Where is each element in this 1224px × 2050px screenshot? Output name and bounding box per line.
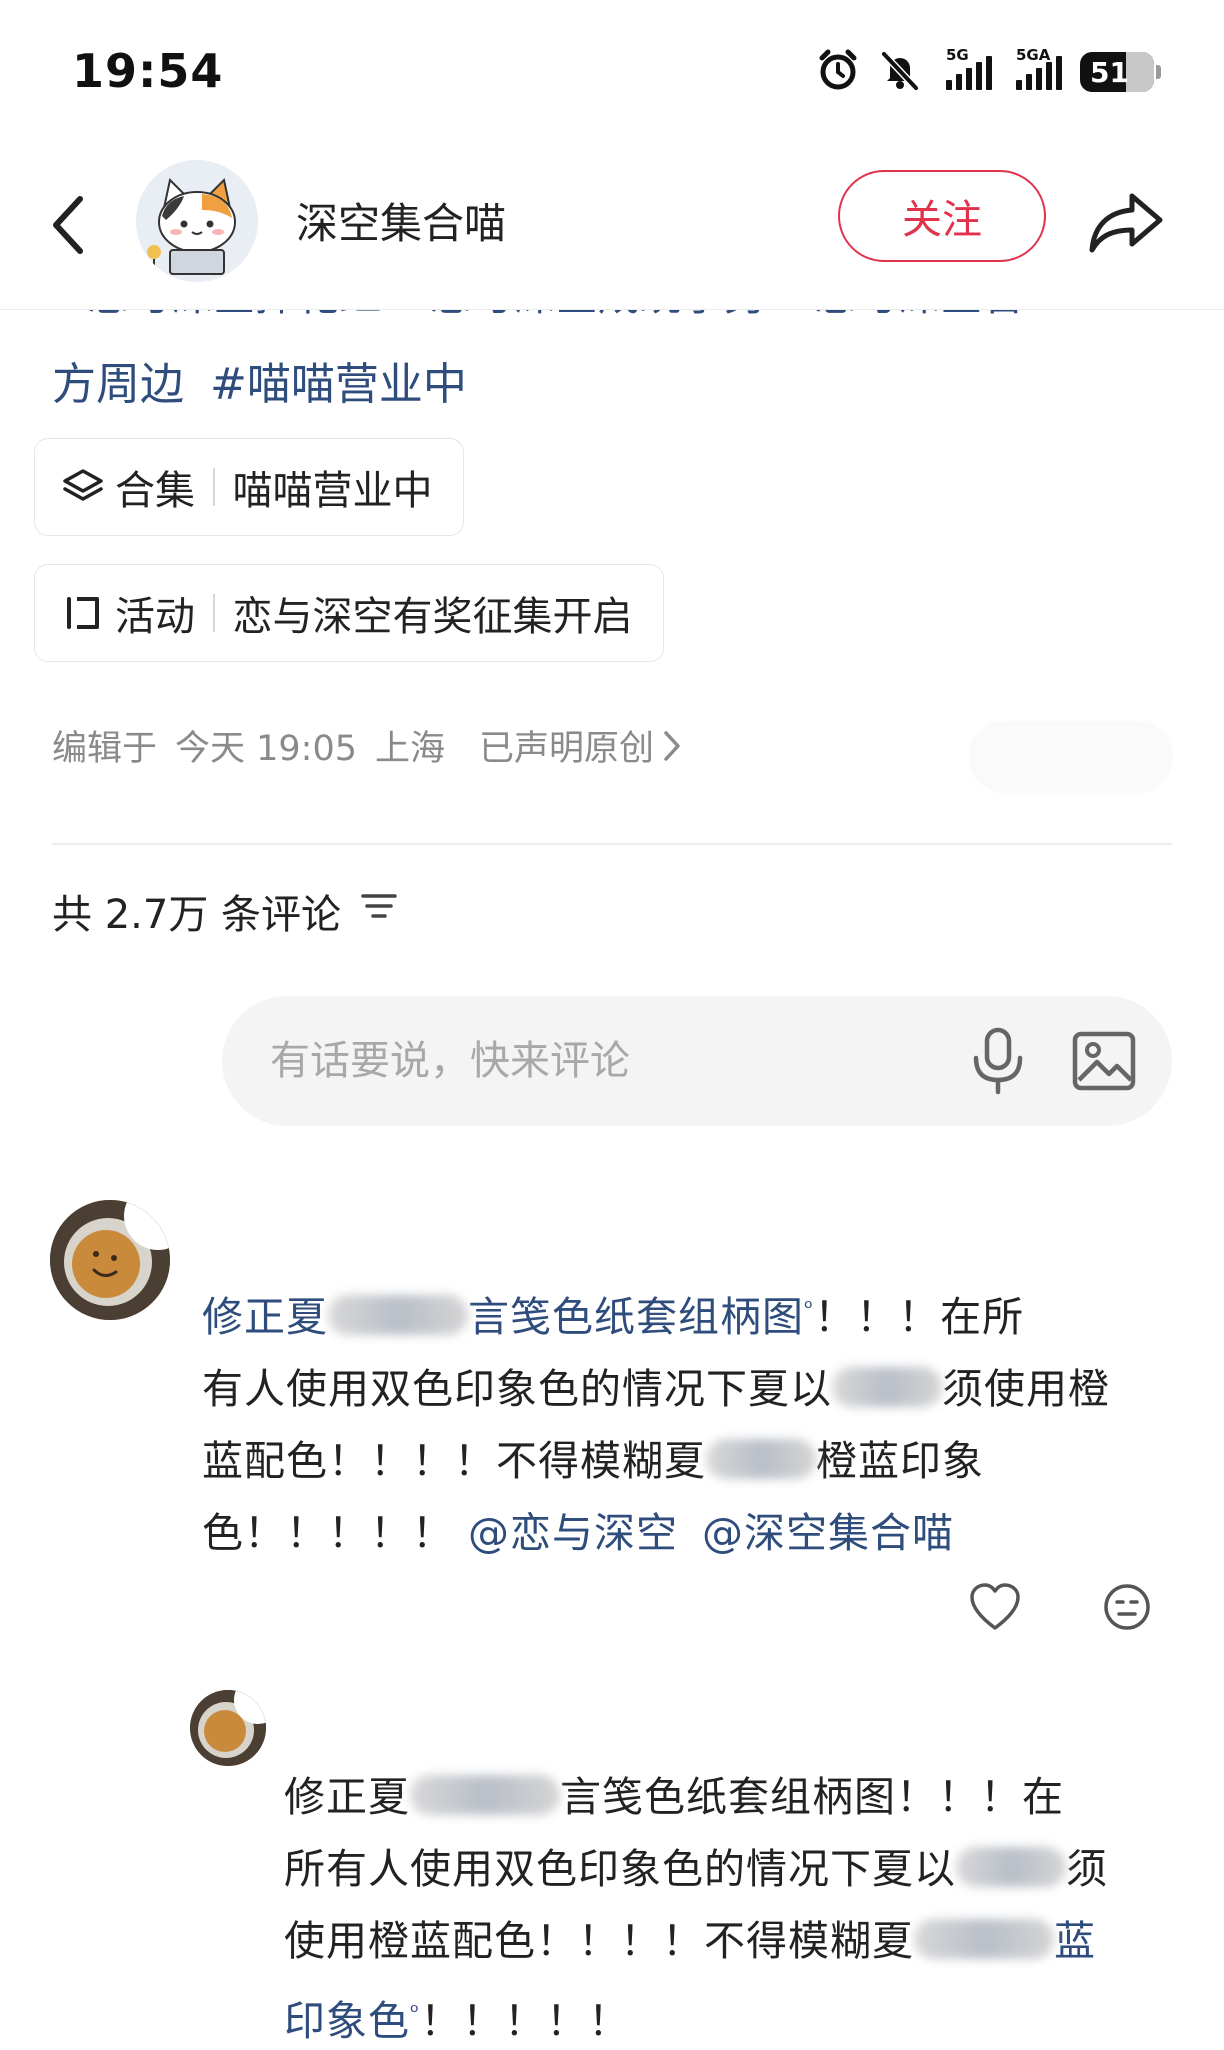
back-button[interactable]: [40, 180, 96, 270]
chip-value: 喵喵营业中: [232, 468, 433, 514]
cat-avatar-icon: [136, 160, 258, 282]
comment-line: 所有人使用双色印象色的情况下夏以 须: [284, 1833, 1184, 1905]
battery-level: 51: [1090, 55, 1129, 89]
microphone-button[interactable]: [958, 1021, 1038, 1101]
blurred-text: [832, 1367, 942, 1407]
comment-count: 共 2.7万 条评论: [52, 892, 342, 938]
status-time: 19:54: [72, 44, 224, 98]
comment-input-bar[interactable]: [222, 996, 1172, 1126]
battery-icon: 51: [1080, 52, 1161, 92]
comment-segment: 须使用橙: [942, 1365, 1110, 1413]
chip-divider: [213, 468, 215, 506]
comment-line: 色！！！！！ @恋与深空 @深空集合喵: [202, 1497, 1186, 1569]
comment-segment: 所有人使用双色印象色的情况下夏以: [284, 1845, 956, 1893]
reply-avatar[interactable]: [190, 1690, 266, 1766]
hashtag[interactable]: #喵喵营业中: [210, 359, 467, 410]
follow-button[interactable]: 关注: [838, 170, 1046, 262]
activity-icon: [61, 591, 105, 635]
microphone-icon: [973, 1027, 1023, 1095]
blurred-text: [410, 1775, 560, 1815]
comment-segment: 色！！！！！: [202, 1509, 454, 1557]
network-label-1: 5G: [946, 46, 969, 64]
comment-segment: 须: [1066, 1845, 1108, 1893]
blurred-text: [706, 1439, 816, 1479]
collection-chip[interactable]: 合集 喵喵营业中: [34, 438, 464, 536]
comment-segment: 蓝配色！！！！不得模糊夏: [202, 1437, 706, 1485]
blurred-text: [956, 1847, 1066, 1887]
layers-icon: [61, 465, 105, 509]
divider: [52, 843, 1172, 845]
share-button[interactable]: [1084, 180, 1168, 264]
alarm-icon: [816, 48, 860, 96]
status-icons: 5G 5GA 51: [816, 46, 1161, 96]
tags-line: 方周边 #喵喵营业中: [52, 348, 467, 412]
comment-input[interactable]: [270, 996, 930, 1126]
user-avatar-icon: [190, 1690, 266, 1766]
chevron-left-icon: [53, 196, 83, 254]
chip-value: 恋与深空有奖征集开启: [232, 594, 633, 640]
comment-line: 修正夏 言笺色纸套组柄图！！！在: [284, 1761, 1184, 1833]
comment-segment: 有人使用双色印象色的情况下夏以: [202, 1365, 832, 1413]
blurred-button[interactable]: [970, 722, 1172, 792]
share-icon: [1089, 193, 1163, 253]
commenter-avatar[interactable]: [50, 1200, 170, 1320]
comment-product-link[interactable]: 印象色: [284, 1997, 410, 2045]
chip-type: 合集: [115, 468, 195, 514]
mute-icon: [878, 48, 922, 96]
status-bar: 19:54 5G 5GA 51: [0, 0, 1224, 140]
comment-text: 修正夏 言笺色纸套组柄图ᵒ！！！在所 有人使用双色印象色的情况下夏以 须使用橙 蓝配…: [202, 1273, 1186, 1569]
signal-icon-5ga: 5GA: [1010, 46, 1062, 90]
network-label-2: 5GA: [1016, 46, 1051, 64]
comment-actions: [968, 1582, 1152, 1636]
reaction-button[interactable]: [1102, 1582, 1152, 1636]
emoji-icon: [1104, 1584, 1150, 1630]
hashtag[interactable]: 方周边: [52, 359, 184, 410]
sort-icon[interactable]: [359, 888, 399, 934]
comment-segment: 使用橙蓝配色！！！！不得模糊夏: [284, 1917, 914, 1965]
mention-link[interactable]: @恋与深空: [468, 1509, 678, 1557]
search-icon[interactable]: ᵒ: [410, 2000, 420, 2025]
comment-line: 修正夏 言笺色纸套组柄图ᵒ！！！在所: [202, 1273, 1186, 1353]
chip-divider: [213, 594, 215, 632]
heart-icon: [970, 1583, 1020, 1630]
comment-line: 使用橙蓝配色！！！！不得模糊夏 蓝: [284, 1905, 1184, 1977]
image-button[interactable]: [1064, 1021, 1144, 1101]
comment-line: 有人使用双色印象色的情况下夏以 须使用橙: [202, 1353, 1186, 1425]
comment-product-link[interactable]: 修正夏: [202, 1293, 328, 1341]
comment-line: 印象色ᵒ！！！！！: [284, 1977, 1184, 2050]
reply-text: 修正夏 言笺色纸套组柄图！！！在 所有人使用双色印象色的情况下夏以 须 使用橙蓝配色…: [284, 1761, 1184, 2050]
comment-product-link[interactable]: 言笺色纸套组柄图: [468, 1293, 804, 1341]
image-icon: [1072, 1031, 1136, 1091]
mention-link[interactable]: @深空集合喵: [702, 1509, 954, 1557]
edited-label: 编辑于: [52, 729, 158, 769]
comment-segment: 修正夏: [284, 1773, 410, 1821]
comment-count-header: 共 2.7万 条评论: [52, 882, 399, 940]
user-avatar-icon: [50, 1200, 170, 1320]
edited-location: 上海: [375, 729, 446, 769]
comment-segment: ！！！！！: [420, 1997, 631, 2045]
search-icon[interactable]: ᵒ: [804, 1296, 814, 1321]
blurred-text: [914, 1919, 1054, 1959]
blurred-text: [328, 1295, 468, 1335]
chip-type: 活动: [115, 594, 195, 640]
author-avatar[interactable]: [136, 160, 258, 282]
comment-product-link[interactable]: 蓝: [1054, 1917, 1096, 1965]
original-declaration-link[interactable]: 已声明原创: [479, 720, 654, 771]
comment-line: 蓝配色！！！！不得模糊夏 橙蓝印象: [202, 1425, 1186, 1497]
edited-date: 今天 19:05: [175, 729, 358, 769]
post-meta: 编辑于 今天 19:05 上海 已声明原创: [52, 720, 682, 771]
author-name[interactable]: 深空集合喵: [296, 190, 506, 251]
like-button[interactable]: [968, 1582, 1022, 1636]
post-header: 深空集合喵 关注: [0, 140, 1224, 310]
activity-chip[interactable]: 活动 恋与深空有奖征集开启: [34, 564, 664, 662]
comment-segment: 橙蓝印象: [816, 1437, 984, 1485]
chevron-right-icon[interactable]: [662, 729, 682, 763]
comment-segment: 言笺色纸套组柄图！！！在: [560, 1773, 1064, 1821]
comment-segment: ！！！在所: [814, 1293, 1025, 1341]
signal-icon-5g: 5G: [940, 46, 992, 90]
